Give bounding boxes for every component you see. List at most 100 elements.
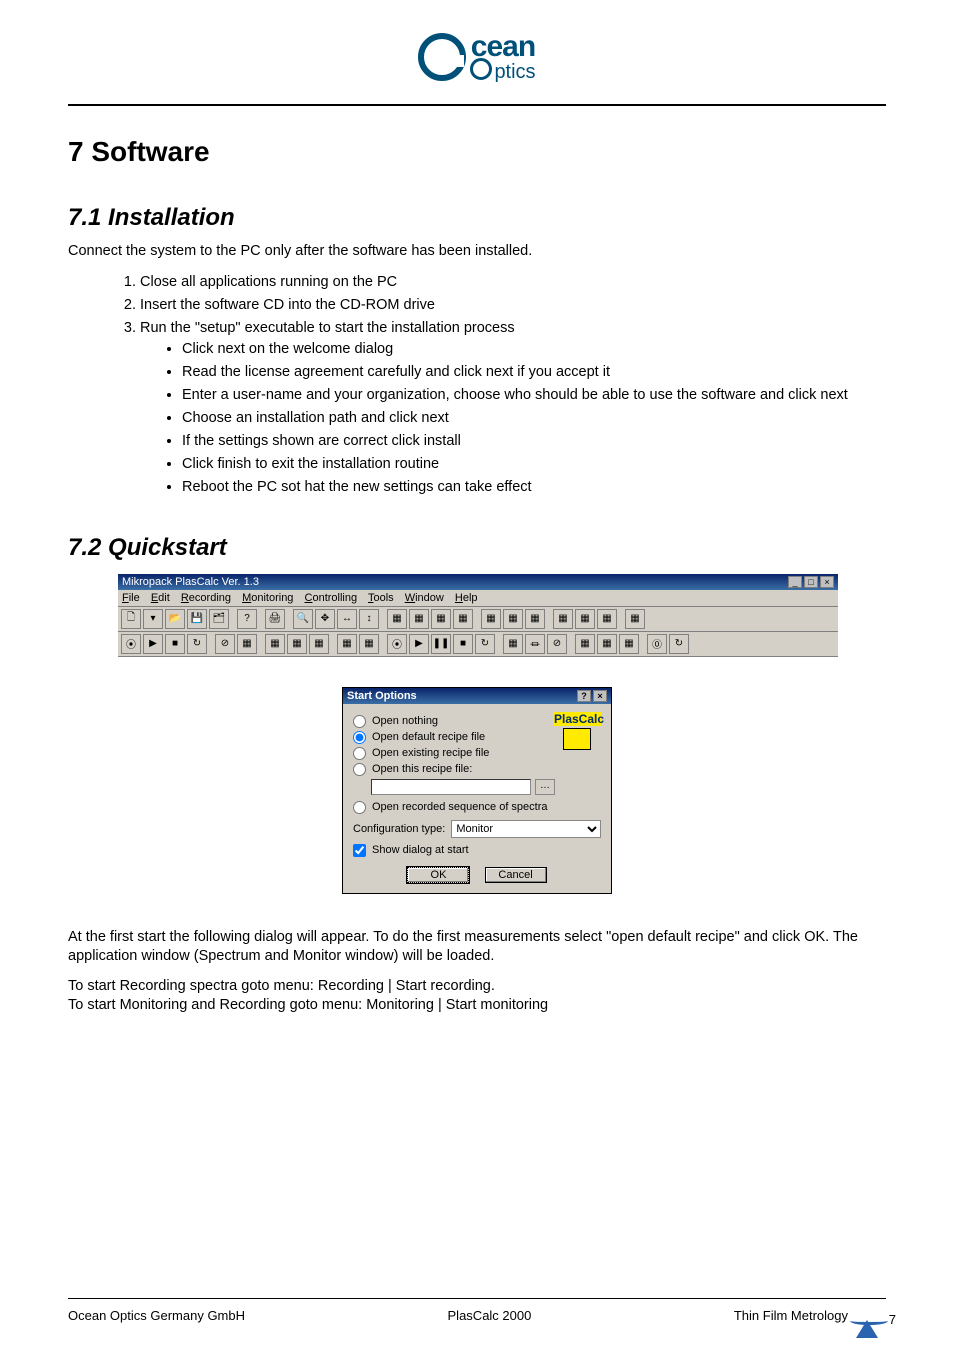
help-icon[interactable]: ? (577, 690, 591, 702)
toolbar-button[interactable]: 🗋 (121, 609, 141, 629)
list-item: Close all applications running on the PC (140, 272, 886, 293)
close-icon[interactable]: × (820, 576, 834, 588)
toolbar-button[interactable]: ▦ (553, 609, 573, 629)
toolbar-button[interactable]: ▦ (575, 609, 595, 629)
radio-open-sequence[interactable] (353, 801, 366, 814)
toolbar-button[interactable]: ▦ (337, 634, 357, 654)
toolbar-button[interactable]: ▦ (237, 634, 257, 654)
toolbar-button[interactable]: ▦ (409, 609, 429, 629)
minimize-icon[interactable]: _ (788, 576, 802, 588)
toolbar-button[interactable]: ↻ (475, 634, 495, 654)
toolbar-button[interactable]: ? (237, 609, 257, 629)
toolbar-button[interactable]: ▾ (143, 609, 163, 629)
header-logo: cean ptics (68, 30, 886, 86)
toolbar-button[interactable]: ▦ (309, 634, 329, 654)
menu-help[interactable]: Help (455, 592, 478, 604)
toolbar-button[interactable]: ▦ (387, 609, 407, 629)
menu-file[interactable]: File (122, 592, 140, 604)
radio-open-default[interactable] (353, 731, 366, 744)
toolbar-button[interactable]: 📂 (165, 609, 185, 629)
menu-recording[interactable]: Recording (181, 592, 231, 604)
toolbar-button[interactable]: ↔ (337, 609, 357, 629)
titlebar: Mikropack PlasCalc Ver. 1.3 _ □ × (118, 574, 838, 590)
toolbar-button[interactable]: ⏛ (525, 634, 545, 654)
install-substeps: Click next on the welcome dialog Read th… (182, 339, 886, 498)
menu-monitoring[interactable]: Monitoring (242, 592, 293, 604)
radio-open-nothing[interactable] (353, 715, 366, 728)
toolbar-button[interactable]: ■ (453, 634, 473, 654)
footer-logo-icon (856, 1305, 886, 1325)
plascalc-logo-icon (563, 728, 591, 750)
toolbar-row-1: 🗋 ▾ 📂 💾 🗂 ? 🖨 🔍 ✥ ↔ ↕ ▦ ▦ ▦ ▦ ▦ ▦ ▦ ▦ (118, 607, 838, 632)
toolbar-button[interactable]: ⦿ (121, 634, 141, 654)
footer-center: PlasCalc 2000 (448, 1308, 532, 1323)
chapter-heading: 7 Software (68, 136, 886, 168)
toolbar-button[interactable]: ▦ (597, 609, 617, 629)
list-item: Reboot the PC sot hat the new settings c… (182, 477, 886, 498)
toolbar-row-2: ⦿ ▶ ■ ↻ ⊘ ▦ ▦ ▦ ▦ ▦ ▦ ⦿ ▶ ❚❚ ■ ↻ ▦ ⏛ ⊘ ▦ (118, 632, 838, 657)
page-number: 7 (889, 1312, 896, 1327)
toolbar-button[interactable]: ⓪ (647, 634, 667, 654)
toolbar-button[interactable]: ⊘ (547, 634, 567, 654)
quickstart-para-2: To start Recording spectra goto menu: Re… (68, 977, 886, 997)
toolbar-button[interactable]: ▦ (525, 609, 545, 629)
toolbar-button[interactable]: ↻ (187, 634, 207, 654)
toolbar-button[interactable]: ▦ (503, 609, 523, 629)
menu-tools[interactable]: Tools (368, 592, 394, 604)
radio-open-this[interactable] (353, 763, 366, 776)
toolbar-button[interactable]: ↻ (669, 634, 689, 654)
section-quickstart-heading: 7.2 Quickstart (68, 534, 886, 562)
plascalc-logo: PlasCalc (553, 712, 601, 750)
toolbar-button[interactable]: ▦ (597, 634, 617, 654)
toolbar-button[interactable]: ▦ (503, 634, 523, 654)
ok-button[interactable]: OK (407, 867, 469, 883)
browse-button[interactable]: … (535, 779, 555, 795)
menubar[interactable]: File Edit Recording Monitoring Controlli… (118, 590, 838, 607)
toolbar-button[interactable]: ⦿ (387, 634, 407, 654)
header-divider (68, 104, 886, 106)
show-dialog-checkbox[interactable] (353, 844, 366, 857)
list-item: Insert the software CD into the CD-ROM d… (140, 295, 886, 316)
toolbar-button[interactable]: ▦ (619, 634, 639, 654)
toolbar-button[interactable]: ▦ (481, 609, 501, 629)
toolbar-button[interactable]: ▦ (575, 634, 595, 654)
configuration-type-select[interactable]: Monitor (451, 820, 601, 838)
step-text: Run the "setup" executable to start the … (140, 320, 515, 336)
radio-label: Open this recipe file: (372, 763, 472, 775)
recipe-file-input[interactable] (371, 779, 531, 795)
list-item: Run the "setup" executable to start the … (140, 318, 886, 498)
checkbox-label: Show dialog at start (372, 844, 469, 856)
menu-controlling[interactable]: Controlling (305, 592, 358, 604)
toolbar-button[interactable]: ⊘ (215, 634, 235, 654)
toolbar-button[interactable]: ▦ (359, 634, 379, 654)
toolbar-button[interactable]: ❚❚ (431, 634, 451, 654)
toolbar-button[interactable]: 🗂 (209, 609, 229, 629)
close-icon[interactable]: × (593, 690, 607, 702)
toolbar-button[interactable]: ✥ (315, 609, 335, 629)
toolbar-button[interactable]: ↕ (359, 609, 379, 629)
toolbar-button[interactable]: ▦ (431, 609, 451, 629)
install-intro: Connect the system to the PC only after … (68, 242, 886, 262)
list-item: Click next on the welcome dialog (182, 339, 886, 360)
toolbar-button[interactable]: ▦ (625, 609, 645, 629)
plascalc-logo-text: PlasCalc (553, 712, 601, 726)
toolbar-button[interactable]: ▦ (265, 634, 285, 654)
dialog-titlebar: Start Options ? × (343, 688, 611, 704)
quickstart-para-3: To start Monitoring and Recording goto m… (68, 996, 886, 1016)
radio-open-existing[interactable] (353, 747, 366, 760)
app-title: Mikropack PlasCalc Ver. 1.3 (122, 576, 259, 588)
toolbar-button[interactable]: 🖨 (265, 609, 285, 629)
menu-window[interactable]: Window (405, 592, 444, 604)
list-item: Click finish to exit the installation ro… (182, 454, 886, 475)
list-item: Enter a user-name and your organization,… (182, 385, 886, 406)
maximize-icon[interactable]: □ (804, 576, 818, 588)
toolbar-button[interactable]: ▶ (409, 634, 429, 654)
toolbar-button[interactable]: ▦ (287, 634, 307, 654)
toolbar-button[interactable]: ■ (165, 634, 185, 654)
toolbar-button[interactable]: 🔍 (293, 609, 313, 629)
toolbar-button[interactable]: 💾 (187, 609, 207, 629)
cancel-button[interactable]: Cancel (485, 867, 547, 883)
menu-edit[interactable]: Edit (151, 592, 170, 604)
toolbar-button[interactable]: ▶ (143, 634, 163, 654)
toolbar-button[interactable]: ▦ (453, 609, 473, 629)
